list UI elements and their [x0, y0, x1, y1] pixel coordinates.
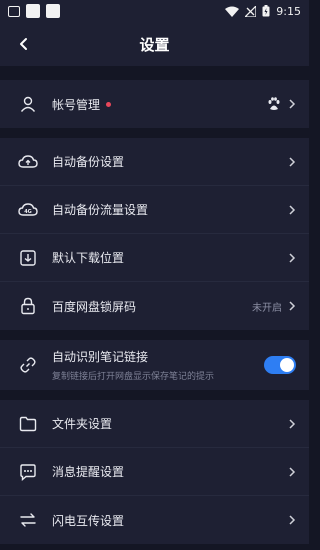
auto-backup-traffic-label: 自动备份流量设置 — [52, 203, 149, 217]
lock-screen-status: 未开启 — [252, 302, 282, 314]
chevron-right-icon — [289, 466, 296, 477]
chevron-right-icon — [289, 99, 296, 109]
new-badge — [106, 101, 112, 107]
wifi-icon — [225, 6, 240, 17]
default-download-location-label: 默认下载位置 — [52, 251, 125, 265]
back-arrow-icon[interactable] — [14, 34, 34, 54]
lock-screen-code-row[interactable]: 百度网盘锁屏码 未开启 — [0, 282, 309, 330]
chevron-right-icon — [289, 204, 296, 215]
folder-settings-row[interactable]: 文件夹设置 — [0, 400, 309, 448]
status-bar: 9:15 — [0, 0, 309, 22]
auto-backup-row[interactable]: 自动备份设置 — [0, 138, 309, 186]
signal-icon — [245, 5, 257, 17]
auto-backup-label: 自动备份设置 — [52, 155, 125, 169]
backup-group: 自动备份设置 4G 自动备份流量设置 默认下载位置 百度网盘锁屏码 未开启 — [0, 138, 309, 330]
svg-text:4G: 4G — [24, 209, 32, 215]
link-recognition-label: 自动识别笔记链接 — [52, 350, 149, 364]
transfer-icon — [18, 510, 38, 530]
cloud-upload-icon — [18, 152, 38, 172]
message-icon — [18, 462, 38, 482]
auto-backup-traffic-row[interactable]: 4G 自动备份流量设置 — [0, 186, 309, 234]
battery-icon — [262, 5, 270, 17]
misc-group: 文件夹设置 消息提醒设置 闪电互传设置 — [0, 400, 309, 544]
message-reminder-row[interactable]: 消息提醒设置 — [0, 448, 309, 496]
chevron-right-icon — [289, 301, 296, 311]
flash-transfer-row[interactable]: 闪电互传设置 — [0, 496, 309, 544]
notification-icon — [26, 4, 40, 18]
account-group: 帐号管理 — [0, 80, 309, 128]
default-download-location-row[interactable]: 默认下载位置 — [0, 234, 309, 282]
chevron-right-icon — [289, 515, 296, 525]
chevron-right-icon — [289, 418, 296, 429]
clock: 9:15 — [276, 4, 301, 18]
lock-icon — [18, 296, 38, 316]
link-recognition-group: 自动识别笔记链接 复制链接后打开网盘显示保存笔记的提示 — [0, 340, 309, 390]
gallery-notification-icon — [8, 5, 20, 17]
cloud-4g-icon: 4G — [18, 200, 38, 220]
link-recognition-row: 自动识别笔记链接 复制链接后打开网盘显示保存笔记的提示 — [0, 340, 309, 390]
folder-icon — [18, 414, 38, 434]
chevron-right-icon — [289, 252, 296, 263]
account-management-label: 帐号管理 — [52, 97, 101, 112]
header: 设置 — [0, 22, 309, 66]
baidu-paw-icon — [268, 97, 280, 110]
lock-screen-code-label: 百度网盘锁屏码 — [52, 299, 137, 314]
message-reminder-label: 消息提醒设置 — [52, 465, 125, 479]
toggle-knob — [280, 358, 294, 372]
link-recognition-toggle[interactable] — [264, 356, 296, 374]
link-recognition-description: 复制链接后打开网盘显示保存笔记的提示 — [52, 372, 215, 382]
link-icon — [18, 355, 38, 375]
page-title: 设置 — [139, 35, 170, 54]
flash-transfer-label: 闪电互传设置 — [52, 513, 125, 528]
user-icon — [18, 94, 38, 114]
notification-icon — [46, 4, 60, 18]
account-management-row[interactable]: 帐号管理 — [0, 80, 309, 128]
download-icon — [18, 248, 38, 268]
chevron-right-icon — [289, 156, 296, 167]
folder-settings-label: 文件夹设置 — [52, 417, 113, 431]
